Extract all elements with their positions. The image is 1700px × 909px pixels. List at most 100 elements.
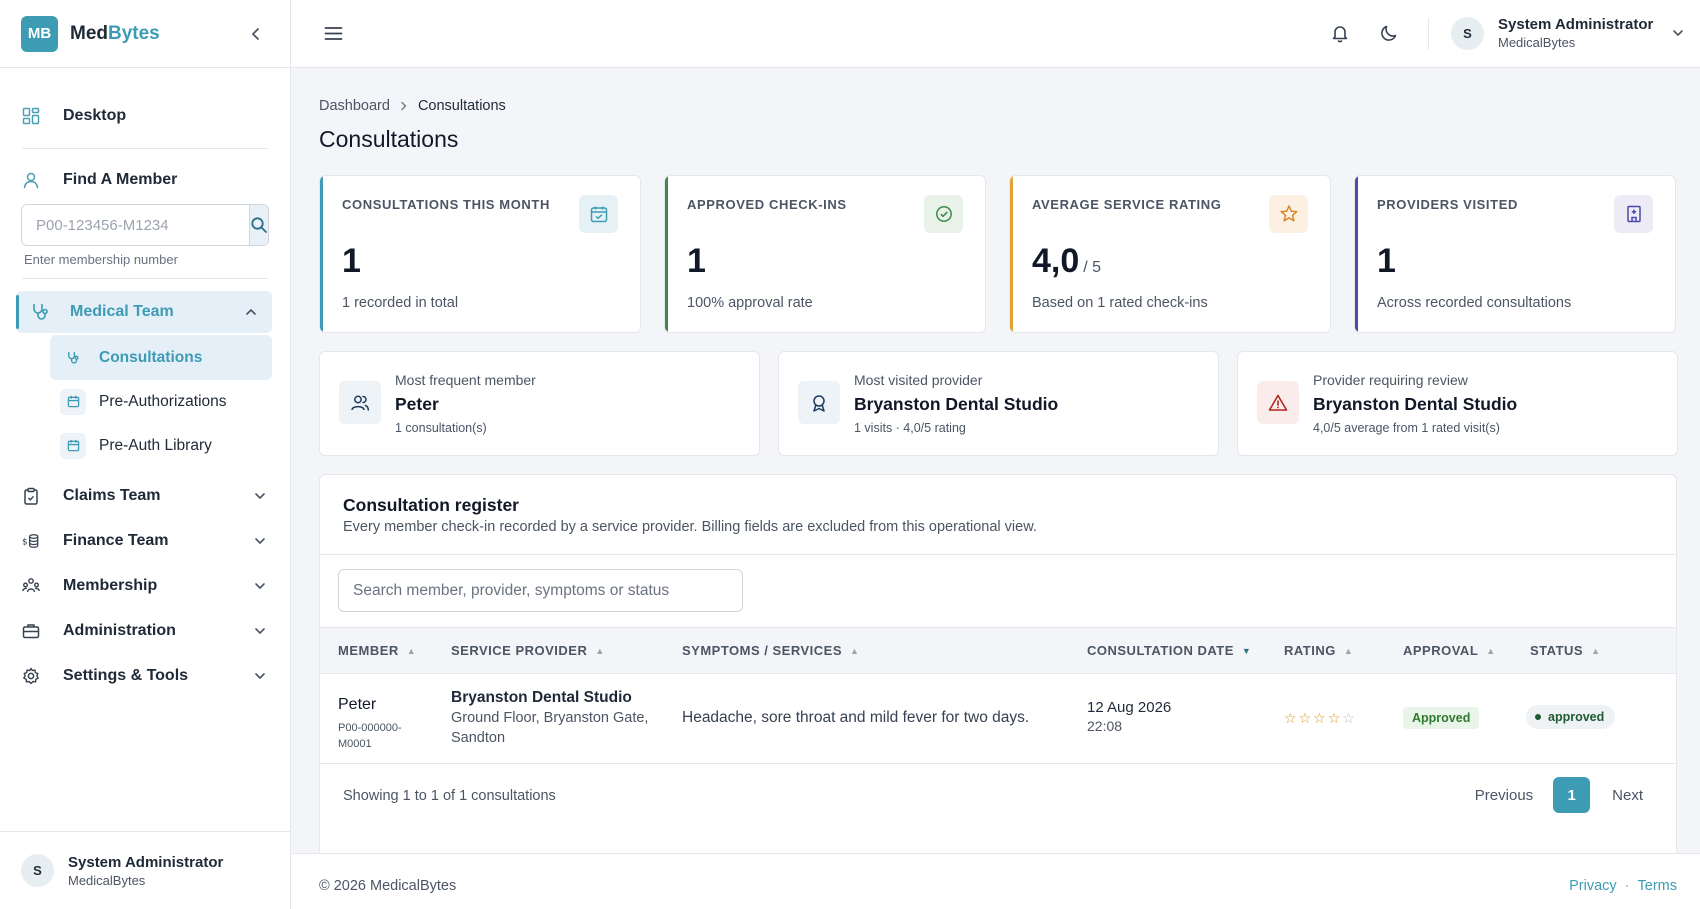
sort-up-icon: ▲ (1486, 645, 1496, 656)
breadcrumb: Dashboard Consultations (319, 98, 506, 114)
breadcrumb-current: Consultations (417, 98, 506, 114)
page-1-button[interactable]: 1 (1553, 777, 1591, 813)
cell-symptoms: Headache, sore throat and mild fever for… (682, 709, 1029, 727)
stat-card-consultations: CONSULTATIONS THIS MONTH 1 1 recorded in… (319, 175, 641, 333)
user-menu[interactable]: S System Administrator MedicalBytes (1451, 16, 1685, 50)
user-org: MedicalBytes (1498, 35, 1576, 50)
column-label: RATING (1284, 643, 1336, 658)
insight-headline: Bryanston Dental Studio (1313, 394, 1518, 414)
sort-up-icon: ▲ (1343, 645, 1354, 656)
sidebar-item-consultations[interactable]: Consultations (50, 335, 272, 380)
avatar: S (1451, 16, 1484, 50)
column-header-provider[interactable]: SERVICE PROVIDER ▲ (451, 628, 605, 673)
next-page-button[interactable]: Next (1612, 787, 1643, 804)
stat-card-rating: AVERAGE SERVICE RATING 4,0/ 5 Based on 1… (1009, 175, 1331, 333)
provider-name[interactable]: Bryanston Dental Studio (451, 689, 666, 707)
insight-title: Most visited provider (854, 372, 983, 388)
sort-down-icon: ▼ (1241, 645, 1252, 656)
sidebar-group-medical-team[interactable]: Medical Team (16, 291, 272, 333)
footer-links: Privacy · Terms (1569, 878, 1677, 894)
sidebar-group-label: Administration (63, 622, 176, 639)
sort-up-icon: ▲ (850, 645, 860, 656)
briefcase-icon (22, 622, 40, 640)
notifications-button[interactable] (1330, 23, 1350, 43)
member-search-hint: Enter membership number (24, 252, 178, 267)
logo-text[interactable]: MedBytes (70, 23, 160, 45)
sidebar-group-claims-team[interactable]: Claims Team (22, 476, 268, 516)
insight-card-frequent-member: Most frequent member Peter 1 consultatio… (319, 351, 760, 456)
sidebar-item-find-member[interactable]: Find A Member (22, 160, 268, 200)
svg-text:$: $ (22, 538, 28, 548)
calendar-icon (60, 388, 86, 415)
terms-link[interactable]: Terms (1638, 878, 1677, 894)
cell-date: 12 Aug 2026 22:08 (1087, 699, 1171, 734)
calendar-check-icon (579, 195, 618, 233)
sidebar-item-pre-authorizations[interactable]: Pre-Authorizations (50, 379, 272, 424)
stat-description: 100% approval rate (687, 295, 813, 311)
user-name: System Administrator (1498, 16, 1654, 33)
logo-badge[interactable]: MB (21, 15, 58, 52)
member-search-button[interactable] (249, 205, 268, 245)
stat-label: AVERAGE SERVICE RATING (1032, 197, 1222, 212)
column-header-approval[interactable]: APPROVAL ▲ (1403, 628, 1496, 673)
breadcrumb-root[interactable]: Dashboard (319, 98, 390, 114)
membership-number-input[interactable] (22, 205, 249, 245)
star-filled-icon: ☆ (1313, 710, 1326, 726)
stat-value: 1 (687, 242, 706, 281)
user-meta: System Administrator MedicalBytes (1498, 16, 1653, 50)
sidebar-item-pre-auth-library[interactable]: Pre-Auth Library (50, 423, 272, 468)
award-icon (798, 381, 840, 424)
search-icon (251, 217, 267, 233)
privacy-link[interactable]: Privacy (1569, 878, 1617, 894)
theme-toggle-button[interactable] (1379, 23, 1399, 43)
stat-value: 1 (342, 242, 361, 281)
user-org: MedicalBytes (68, 872, 146, 888)
member-id: P00-000000-M0001 (338, 722, 402, 750)
previous-page-button[interactable]: Previous (1475, 787, 1533, 804)
sidebar-item-label: Consultations (99, 348, 203, 366)
status-badge: approved (1526, 705, 1616, 729)
stat-value-number: 1 (687, 242, 706, 280)
sidebar-group-administration[interactable]: Administration (22, 611, 268, 651)
sidebar-group-label: Finance Team (63, 532, 169, 549)
divider (1428, 18, 1429, 50)
sidebar-group-membership[interactable]: Membership (22, 566, 268, 606)
dashboard-icon (22, 107, 40, 125)
sidebar-group-finance-team[interactable]: $ Finance Team (22, 521, 268, 561)
stat-label: APPROVED CHECK-INS (687, 197, 847, 212)
column-header-symptoms[interactable]: SYMPTOMS / SERVICES ▲ (682, 628, 859, 673)
sidebar-group-label: Membership (63, 577, 158, 594)
topbar: S System Administrator MedicalBytes (291, 0, 1700, 68)
stat-value: 4,0/ 5 (1032, 242, 1101, 281)
divider (22, 148, 268, 149)
sidebar-user[interactable]: S System Administrator MedicalBytes (0, 831, 291, 909)
accent-bar (1355, 176, 1358, 332)
menu-toggle-button[interactable] (324, 24, 343, 43)
member-name[interactable]: Peter (338, 696, 416, 714)
insight-card-visited-provider: Most visited provider Bryanston Dental S… (778, 351, 1219, 456)
cell-rating: ☆ ☆ ☆ ☆ ☆ (1284, 711, 1355, 725)
column-header-date[interactable]: CONSULTATION DATE ▼ (1087, 628, 1251, 673)
star-empty-icon: ☆ (1342, 710, 1355, 726)
insight-card-review-provider: Provider requiring review Bryanston Dent… (1237, 351, 1678, 456)
bell-icon (1332, 26, 1348, 43)
accent-bar (665, 176, 668, 332)
pagination: Previous 1 Next (1475, 777, 1643, 813)
users-icon (339, 381, 381, 424)
sidebar-group-settings-tools[interactable]: Settings & Tools (22, 656, 268, 696)
logo-name-b: Bytes (108, 22, 160, 44)
collapse-sidebar-button[interactable] (244, 22, 268, 46)
stat-description: 1 recorded in total (342, 295, 459, 311)
moon-icon (1381, 25, 1397, 41)
symptoms-text: Headache, sore throat and mild fever for… (682, 709, 1030, 726)
register-search-input[interactable] (353, 581, 742, 600)
sidebar-item-desktop[interactable]: Desktop (22, 96, 268, 136)
column-header-member[interactable]: MEMBER ▲ (338, 628, 416, 673)
stat-value-suffix: / 5 (1083, 259, 1102, 276)
sidebar-group-label: Claims Team (63, 487, 161, 504)
chevron-down-icon (252, 623, 268, 639)
column-header-status[interactable]: STATUS ▲ (1530, 628, 1601, 673)
logo-name-a: Med (70, 22, 108, 44)
column-header-rating[interactable]: RATING ▲ (1284, 628, 1353, 673)
table-row[interactable]: Peter P00-000000-M0001 Bryanston Dental … (320, 674, 1676, 764)
